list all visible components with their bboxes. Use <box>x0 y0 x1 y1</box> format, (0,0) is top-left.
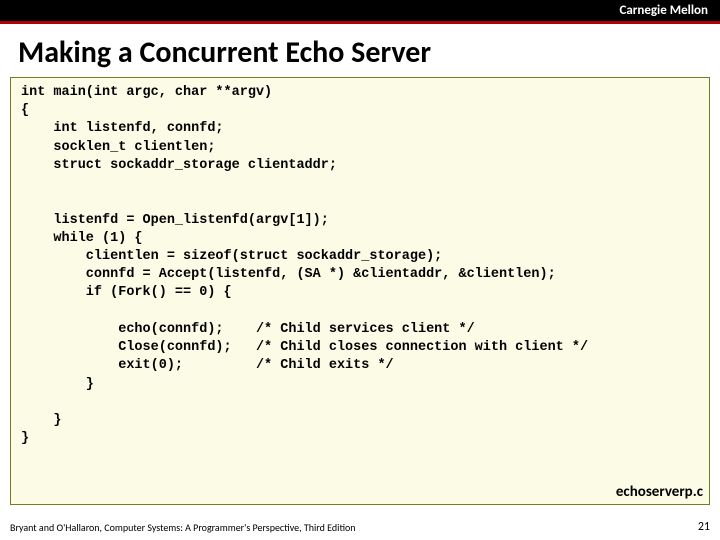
page-number: 21 <box>698 520 710 534</box>
source-filename: echoserverp.c <box>616 482 703 502</box>
footer-credit: Bryant and O'Hallaron, Computer Systems:… <box>10 521 356 534</box>
slide-title: Making a Concurrent Echo Server <box>0 24 720 77</box>
header-band: Carnegie Mellon <box>0 0 720 24</box>
code-block: int main(int argc, char **argv) { int li… <box>10 77 710 505</box>
code-content: int main(int argc, char **argv) { int li… <box>21 85 588 446</box>
institution-label: Carnegie Mellon <box>619 3 708 18</box>
footer: Bryant and O'Hallaron, Computer Systems:… <box>10 520 710 534</box>
